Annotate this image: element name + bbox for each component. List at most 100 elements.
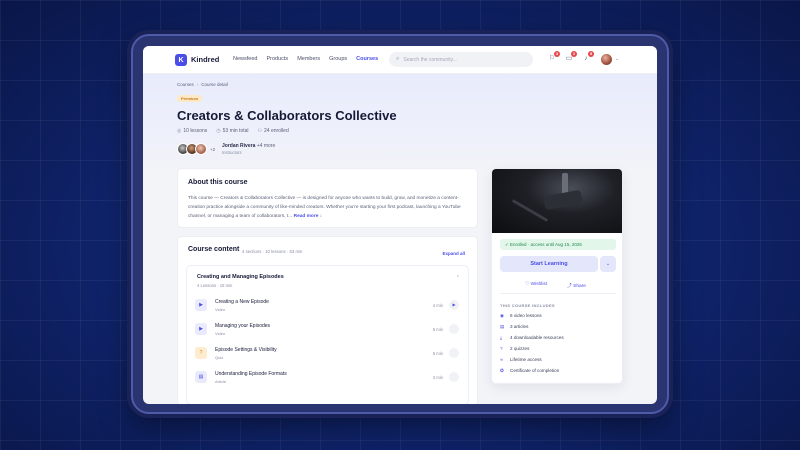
instructor-more: +4 more — [256, 143, 276, 149]
notification-badge: 2 — [571, 51, 577, 57]
includes-heading: THIS COURSE INCLUDES — [500, 303, 555, 308]
lesson-row[interactable]: ? Episode Settings & Visibility Quiz 5 m… — [193, 344, 463, 364]
lesson-duration: 5 min — [432, 327, 443, 332]
lesson-title: Managing your Episodes — [215, 323, 271, 329]
notification-badge: 5 — [588, 51, 594, 57]
chevron-up-icon[interactable]: ⌃ — [456, 275, 460, 281]
chat-icon[interactable]: ▭ 2 — [565, 51, 577, 63]
lesson-kind: Article — [215, 379, 227, 384]
lesson-status-icon[interactable] — [449, 324, 459, 334]
about-card: About this course This course — Creators… — [177, 168, 478, 228]
meta-duration: ◷ 53 min total — [216, 128, 248, 134]
breadcrumb-separator: › — [196, 82, 199, 87]
include-label: Certificate of completion — [510, 368, 560, 373]
content-summary: 4 sections · 10 lessons · 53 min — [242, 249, 303, 254]
read-more-link[interactable]: Read more ↓ — [294, 214, 323, 219]
share-button[interactable]: ⤴ Share — [567, 282, 586, 289]
breadcrumb-current: Course detail — [201, 82, 228, 87]
include-item: ▤ 3 articles — [500, 324, 528, 330]
instructor-avatars[interactable]: +2 — [177, 143, 215, 155]
premium-badge: Premium — [177, 95, 203, 102]
nav-products[interactable]: Products — [266, 56, 288, 62]
app-screen: K Kindred Newsfeed Products Members Grou… — [143, 46, 657, 404]
clock-icon: ◷ — [216, 128, 221, 134]
share-label: Share — [573, 284, 586, 289]
instructor-role: Instructors — [222, 150, 242, 155]
include-item: ? 2 quizzes — [500, 346, 529, 351]
play-button[interactable]: ▶ — [449, 300, 459, 310]
breadcrumb: Courses › Course detail — [177, 82, 228, 87]
microphone-arm — [511, 199, 549, 222]
expand-all-button[interactable]: Expand all — [442, 251, 465, 256]
download-icon: ⤓ — [500, 335, 503, 340]
include-item: ◉ 6 video lessons — [500, 313, 542, 319]
meta-enrolled-text: 24 enrolled — [264, 128, 289, 134]
video-icon: ◉ — [500, 313, 505, 318]
instructor-name[interactable]: Jordan Rivera +4 more — [222, 143, 275, 149]
lesson-status-icon[interactable] — [449, 372, 459, 382]
lesson-duration: 3 min — [432, 375, 443, 380]
instructor-name-text: Jordan Rivera — [222, 143, 256, 149]
include-label: 3 articles — [510, 324, 529, 329]
lesson-row[interactable]: ▶ Creating a New Episode Video 4 min ▶ — [193, 296, 463, 316]
chevron-down-icon[interactable]: ⌄ — [615, 56, 619, 62]
play-icon: ▶ — [195, 323, 207, 335]
course-section: Creating and Managing Episodes 4 Lessons… — [186, 265, 469, 404]
about-heading: About this course — [188, 179, 248, 186]
avatar — [195, 143, 207, 155]
content-heading: Course content — [188, 246, 240, 253]
search-placeholder: Search the community... — [403, 56, 457, 63]
start-learning-button[interactable]: Start Learning — [500, 256, 598, 272]
nav-courses[interactable]: Courses — [356, 56, 378, 62]
enrolled-text: Enrolled · access until Aug 15, 2025 — [510, 242, 582, 247]
search-input[interactable]: ⌕ Search the community... — [389, 52, 533, 67]
lesson-duration: 5 min — [432, 351, 443, 356]
lesson-title: Creating a New Episode — [215, 299, 269, 305]
certificate-icon: ✪ — [500, 368, 504, 373]
include-item: ∞ Lifetime access — [500, 357, 542, 362]
nav-newsfeed[interactable]: Newsfeed — [233, 56, 257, 62]
lesson-kind: Video — [215, 331, 226, 336]
course-hero — [143, 74, 657, 174]
course-content-card: Course content 4 sections · 10 lessons ·… — [177, 236, 478, 404]
quiz-icon: ? — [500, 346, 503, 351]
lesson-row[interactable]: ▤ Understanding Episode Formats Article … — [193, 368, 463, 388]
play-icon: ▶ — [195, 299, 207, 311]
about-text: This course — Creators & Collaborators C… — [188, 194, 463, 221]
main-menu: Newsfeed Products Members Groups Courses — [233, 56, 378, 62]
meta-enrolled: ⚇ 24 enrolled — [258, 128, 289, 134]
lesson-row[interactable]: ▶ Managing your Episodes Video 5 min — [193, 320, 463, 340]
logo-icon[interactable]: K — [175, 54, 187, 66]
bell-icon[interactable]: ♪ 5 — [582, 51, 594, 63]
lesson-kind: Quiz — [215, 355, 224, 360]
breadcrumb-courses[interactable]: Courses — [177, 82, 194, 87]
enrolled-status: ✓ Enrolled · access until Aug 15, 2025 — [500, 239, 616, 250]
search-icon: ⌕ — [396, 56, 400, 62]
nav-groups[interactable]: Groups — [329, 56, 347, 62]
microphone-image — [543, 189, 583, 211]
article-icon: ▤ — [195, 371, 207, 383]
avatars-more-count: +2 — [210, 146, 216, 152]
megaphone-icon[interactable]: ⚐ 3 — [548, 51, 560, 63]
infinity-icon: ∞ — [500, 357, 504, 362]
user-avatar[interactable] — [601, 54, 612, 65]
section-title[interactable]: Creating and Managing Episodes — [197, 274, 284, 280]
nav-members[interactable]: Members — [297, 56, 320, 62]
lesson-title: Understanding Episode Formats — [215, 371, 287, 377]
wishlist-button[interactable]: ♡ Wishlist — [525, 282, 547, 287]
top-nav: K Kindred Newsfeed Products Members Grou… — [143, 46, 657, 74]
lesson-status-icon[interactable] — [449, 348, 459, 358]
include-item: ⤓ 4 downloadable resources — [500, 335, 564, 340]
brand-name[interactable]: Kindred — [191, 55, 219, 64]
include-label: 4 downloadable resources — [510, 335, 564, 340]
meta-lessons: ◎ 10 lessons — [177, 128, 207, 134]
article-icon: ▤ — [500, 324, 505, 329]
chevron-down-icon[interactable]: ⌄ — [600, 256, 616, 272]
course-meta: ◎ 10 lessons ◷ 53 min total ⚇ 24 enrolled — [177, 128, 289, 134]
enroll-card: ✓ Enrolled · access until Aug 15, 2025 S… — [491, 168, 623, 384]
section-sub: 4 Lessons · 18 min — [197, 283, 233, 288]
include-label: 2 quizzes — [510, 346, 530, 351]
wishlist-label: Wishlist — [530, 282, 548, 287]
course-title: Creators & Collaborators Collective — [177, 108, 397, 123]
divider — [500, 293, 616, 294]
